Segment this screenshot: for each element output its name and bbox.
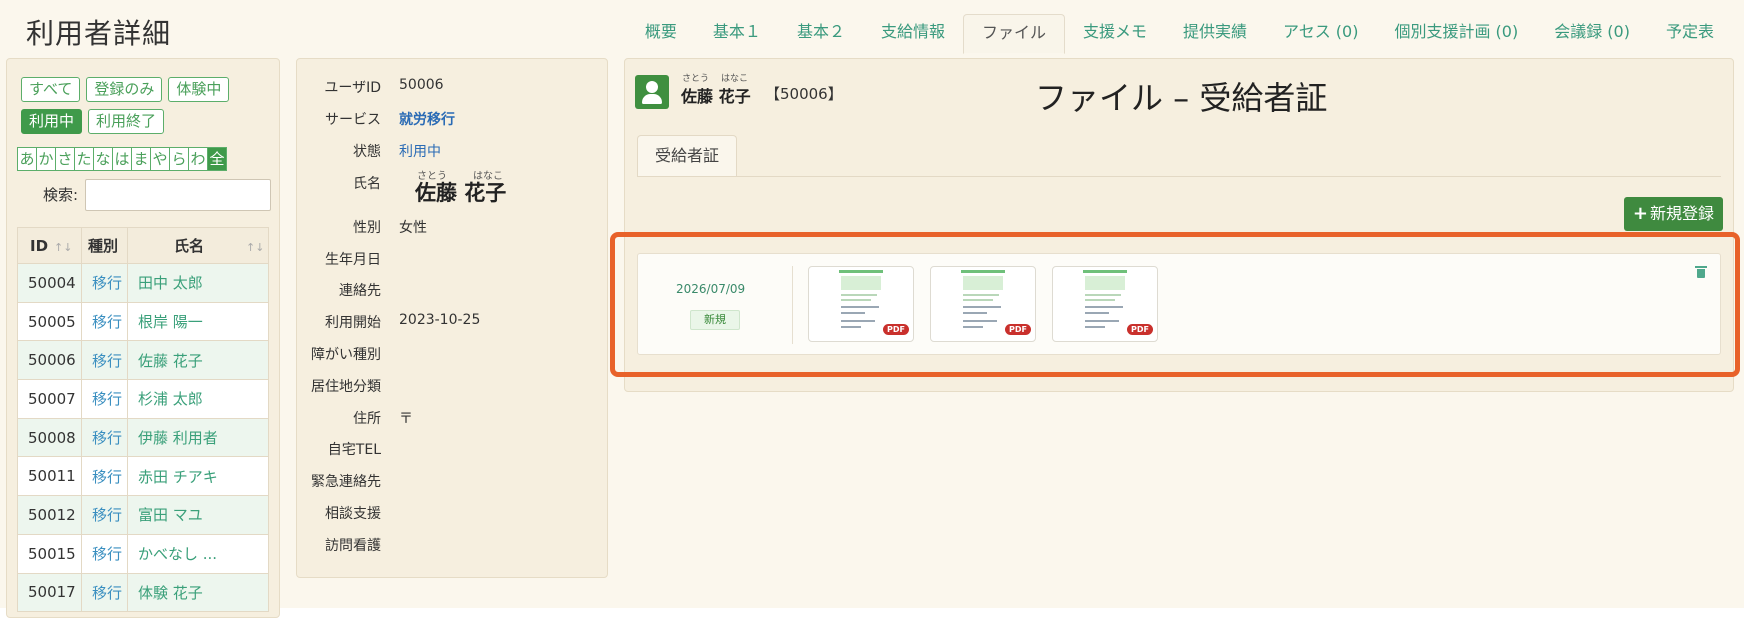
header-user-name: 佐藤 花子	[681, 87, 751, 106]
document-preview-icon	[1083, 270, 1127, 336]
column-header-name[interactable]: 氏名 ↑↓	[127, 227, 269, 264]
table-row[interactable]: 50011 移行 赤田 チアキ	[17, 456, 269, 497]
tab-benefit-info[interactable]: 支給情報	[863, 14, 963, 54]
pdf-badge: PDF	[1127, 324, 1153, 335]
status-badge: 新規	[690, 310, 740, 330]
document-preview-icon	[839, 270, 883, 336]
subtab-divider	[637, 176, 1721, 177]
column-header-kind[interactable]: 種別	[81, 227, 128, 264]
filter-all-button[interactable]: すべて	[21, 77, 81, 102]
tab-bar: 概要 基本１ 基本２ 支給情報 ファイル 支援メモ 提供実績 アセス (0) 個…	[627, 14, 1732, 54]
info-nursing: 訪問看護	[325, 538, 381, 554]
status-filter-row: すべて 登録のみ 体験中	[21, 77, 230, 102]
divider	[792, 266, 793, 344]
new-register-button[interactable]: + 新規登録	[1623, 197, 1723, 231]
file-entry-card: 2026/07/09 新規 PDF PDF PDF	[637, 253, 1721, 355]
table-row[interactable]: 50008 移行 伊藤 利用者	[17, 417, 269, 458]
table-row[interactable]: 50017 移行 体験 花子	[17, 572, 269, 613]
user-list-panel: すべて 登録のみ 体験中 利用中 利用終了 あ か さ た な は ま や ら …	[6, 58, 280, 618]
document-preview-icon	[961, 270, 1005, 336]
table-row[interactable]: 50004 移行 田中 太郎	[17, 263, 269, 303]
info-consult: 相談支援	[325, 506, 381, 522]
filter-trial-button[interactable]: 体験中	[168, 77, 230, 102]
search-label: 検索:	[43, 186, 79, 204]
kana-filter-ma[interactable]: ま	[131, 147, 151, 171]
info-start-date: 利用開始 2023-10-25	[325, 312, 481, 331]
user-name-link[interactable]: 富田 マユ	[127, 495, 269, 535]
filter-ended-button[interactable]: 利用終了	[88, 109, 165, 134]
info-address: 住所〒	[353, 411, 413, 427]
user-name-link[interactable]: 杉浦 太郎	[127, 379, 269, 419]
pdf-thumbnail[interactable]: PDF	[930, 266, 1036, 342]
kana-filter-sa[interactable]: さ	[55, 147, 75, 171]
table-row[interactable]: 50012 移行 富田 マユ	[17, 495, 269, 535]
user-name-link[interactable]: 根岸 陽一	[127, 301, 269, 342]
filter-in-use-button[interactable]: 利用中	[21, 109, 83, 134]
user-name-link[interactable]: かべなし ...	[127, 533, 269, 574]
tab-basic-1[interactable]: 基本１	[695, 14, 779, 54]
user-info-panel: ユーザID 50006 サービス 就労移行 状態 利用中 氏名 さとう はなこ 佐藤 …	[296, 58, 608, 578]
info-gender: 性別 女性	[353, 220, 427, 236]
user-name-link[interactable]: 体験 花子	[127, 572, 269, 613]
tab-meeting-records[interactable]: 会議録 (0)	[1536, 14, 1648, 54]
sort-icon: ↑↓	[246, 241, 265, 254]
sort-icon: ↑↓	[54, 240, 73, 254]
user-table: ID ↑↓ 種別 氏名 ↑↓ 50004 移行 田中 太郎 50005 移行 根岸 陽一 5…	[17, 227, 269, 613]
info-status: 状態 利用中	[353, 144, 441, 160]
info-service: サービス 就労移行	[325, 112, 455, 128]
info-user-id: ユーザID 50006	[324, 77, 444, 96]
table-row[interactable]: 50007 移行 杉浦 太郎	[17, 379, 269, 419]
tab-basic-2[interactable]: 基本２	[779, 14, 863, 54]
tab-assessment[interactable]: アセス (0)	[1265, 14, 1376, 54]
kana-filter-ya[interactable]: や	[150, 147, 170, 171]
page-heading: ファイル – 受給者証	[1035, 79, 1328, 117]
kana-filter-ra[interactable]: ら	[169, 147, 189, 171]
pdf-badge: PDF	[1005, 324, 1031, 335]
filter-registered-button[interactable]: 登録のみ	[86, 77, 163, 102]
pdf-badge: PDF	[883, 324, 909, 335]
user-avatar-icon	[635, 75, 669, 109]
trash-icon[interactable]	[1695, 266, 1707, 278]
info-disability: 障がい種別	[311, 347, 381, 363]
tab-service-records[interactable]: 提供実績	[1165, 14, 1265, 54]
kana-filter-ha[interactable]: は	[112, 147, 132, 171]
tab-individual-plan[interactable]: 個別支援計画 (0)	[1376, 14, 1536, 54]
plus-icon: +	[1632, 203, 1648, 224]
pdf-thumbnail[interactable]: PDF	[808, 266, 914, 342]
subtab-certificate[interactable]: 受給者証	[637, 135, 737, 177]
kana-filter-ta[interactable]: た	[74, 147, 94, 171]
tab-schedule[interactable]: 予定表	[1648, 14, 1732, 54]
pdf-thumbnail[interactable]: PDF	[1052, 266, 1158, 342]
search-input[interactable]	[85, 179, 271, 211]
table-row[interactable]: 50006 移行 佐藤 花子	[17, 340, 269, 381]
kana-filter-all[interactable]: 全	[207, 147, 227, 171]
column-header-id[interactable]: ID ↑↓	[17, 227, 82, 264]
table-row[interactable]: 50015 移行 かべなし ...	[17, 533, 269, 574]
status-filter-row-2: 利用中 利用終了	[21, 109, 165, 134]
tab-support-memo[interactable]: 支援メモ	[1065, 14, 1165, 54]
tab-files[interactable]: ファイル	[962, 14, 1065, 54]
tab-overview[interactable]: 概要	[627, 14, 695, 54]
table-row[interactable]: 50005 移行 根岸 陽一	[17, 301, 269, 342]
kana-filter-na[interactable]: な	[93, 147, 113, 171]
kana-filter-wa[interactable]: わ	[188, 147, 208, 171]
kana-filter: あ か さ た な は ま や ら わ 全	[17, 147, 227, 171]
kana-filter-ka[interactable]: か	[36, 147, 56, 171]
app-frame: 利用者詳細 概要 基本１ 基本２ 支給情報 ファイル 支援メモ 提供実績 アセス…	[0, 0, 1744, 618]
user-full-name: 佐藤 花子	[415, 181, 507, 205]
file-date: 2026/07/09	[676, 282, 746, 296]
user-name-link[interactable]: 田中 太郎	[127, 263, 269, 303]
header-user-id: 【50006】	[765, 85, 843, 103]
kana-filter-a[interactable]: あ	[17, 147, 37, 171]
info-residence: 居住地分類	[311, 379, 381, 395]
user-name-link[interactable]: 赤田 チアキ	[127, 456, 269, 497]
info-birthday: 生年月日	[325, 252, 381, 268]
info-home-tel: 自宅TEL	[327, 442, 381, 458]
info-contact: 連絡先	[339, 283, 381, 299]
file-panel: さとう はなこ 佐藤 花子 【50006】 ファイル – 受給者証 受給者証 +…	[624, 58, 1734, 392]
user-name-link[interactable]: 佐藤 花子	[127, 340, 269, 381]
user-name-link[interactable]: 伊藤 利用者	[127, 417, 269, 458]
page-title: 利用者詳細	[26, 17, 172, 50]
info-emergency: 緊急連絡先	[311, 474, 381, 490]
